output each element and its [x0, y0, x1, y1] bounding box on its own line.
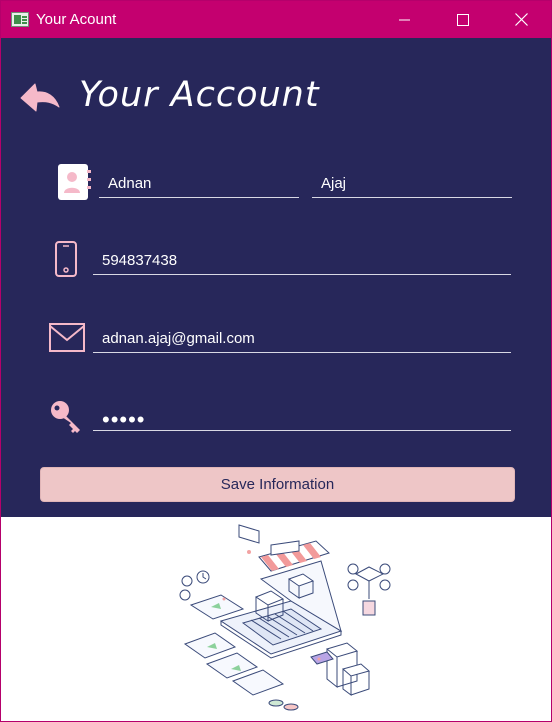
envelope-icon — [49, 323, 85, 358]
last-name-field[interactable] — [312, 170, 512, 198]
window-title: Your Acount — [36, 11, 117, 28]
smartphone-icon — [54, 241, 78, 282]
contact-book-icon — [56, 163, 92, 206]
ecommerce-illustration — [179, 524, 391, 711]
password-field[interactable] — [93, 403, 511, 431]
phone-field[interactable] — [93, 247, 511, 275]
close-button[interactable] — [492, 1, 550, 38]
app-window: Your Acount Your Account Adnan Ajaj 5948… — [0, 0, 552, 722]
minimize-button[interactable] — [376, 1, 434, 38]
title-bar[interactable]: Your Acount — [1, 1, 551, 38]
app-icon — [11, 12, 29, 27]
back-arrow-icon — [20, 83, 60, 112]
maximize-icon — [457, 13, 469, 26]
minimize-icon — [399, 19, 410, 20]
back-button[interactable] — [19, 81, 61, 115]
first-name-field[interactable] — [99, 170, 299, 198]
email-field[interactable] — [93, 325, 511, 353]
page-title: Your Account — [79, 75, 320, 115]
close-icon — [514, 13, 528, 26]
save-information-button[interactable]: Save Information — [40, 467, 515, 502]
maximize-button[interactable] — [434, 1, 492, 38]
key-icon — [49, 399, 85, 440]
